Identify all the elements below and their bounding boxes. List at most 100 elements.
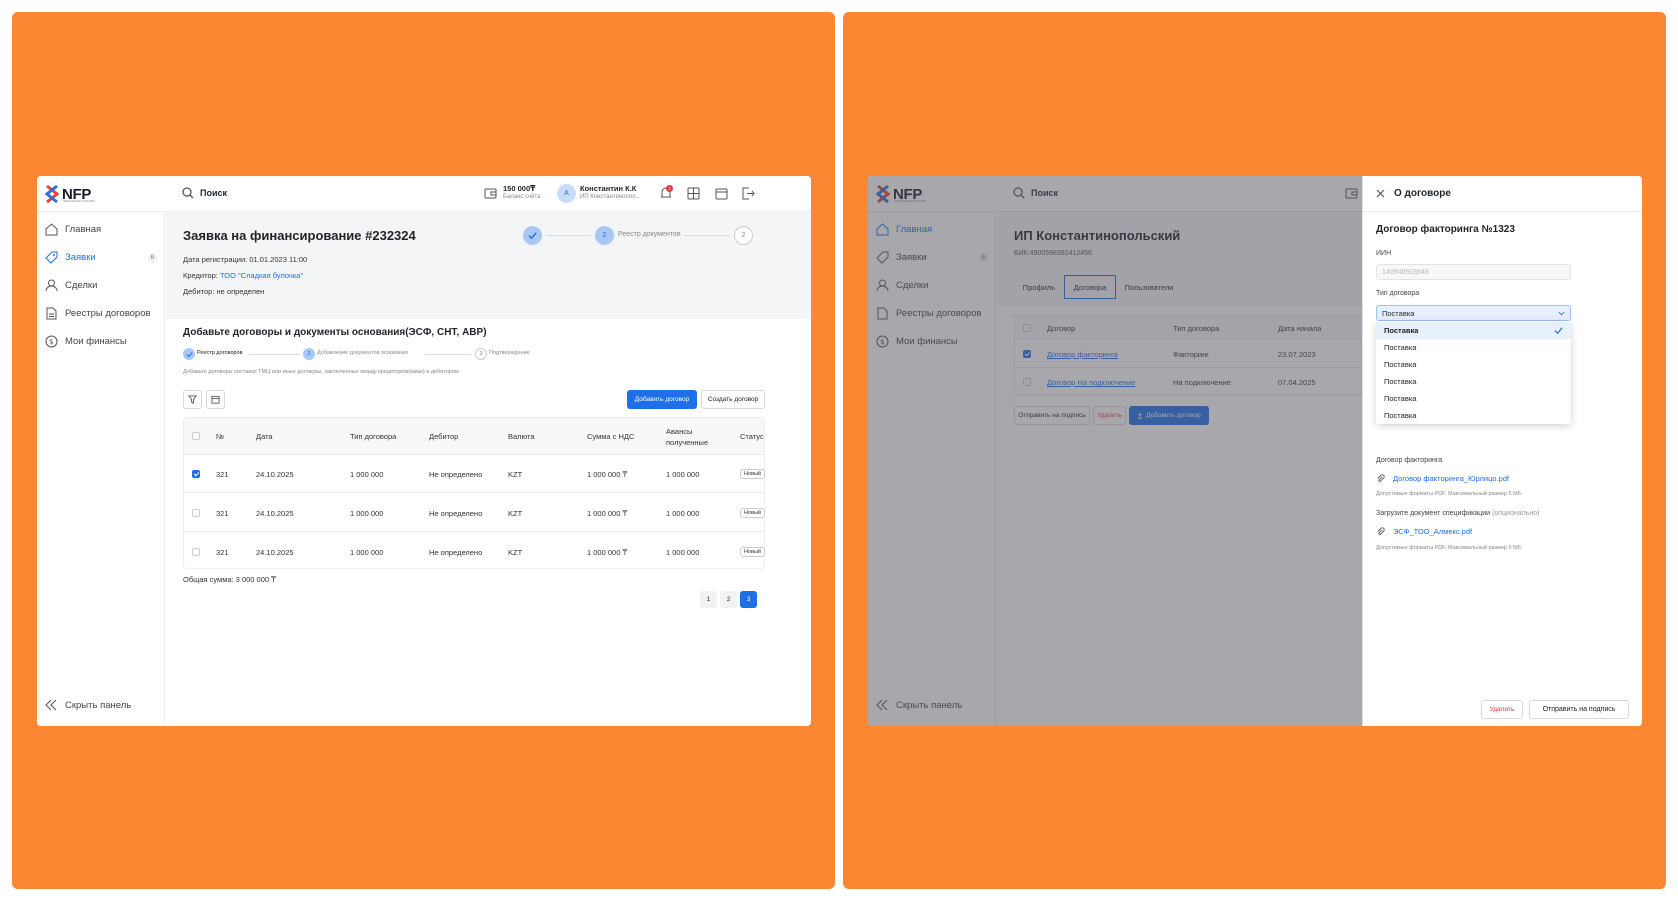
cell-currency: KZT <box>508 548 523 557</box>
close-icon[interactable] <box>1376 189 1385 198</box>
sidebar-item-home[interactable]: Главная <box>45 223 157 236</box>
check-icon <box>185 351 193 357</box>
user-name[interactable]: Константин К.К <box>580 184 636 193</box>
hide-panel-label: Скрыть панель <box>65 699 132 711</box>
step-connector <box>546 235 591 236</box>
check-icon <box>528 232 537 240</box>
table-row[interactable]: 321 24.10.2025 1 000 000 Не определено K… <box>184 494 765 532</box>
table-row[interactable]: 321 24.10.2025 1 000 000 Не определено K… <box>184 533 765 569</box>
cell-debtor: Не определено <box>429 470 483 479</box>
drawer-send-button[interactable]: Отправить на подпись <box>1529 700 1629 719</box>
search-box[interactable]: Поиск <box>182 187 227 199</box>
create-contract-button[interactable]: Создать договор <box>701 390 765 409</box>
left-screenshot-panel: NFP NEW FINANCE PLATFORM Поиск 150 000₸ … <box>12 12 835 889</box>
row-checkbox[interactable] <box>192 548 200 556</box>
sidebar-item-count: 6 <box>147 253 157 262</box>
dropdown-option[interactable]: Поставка <box>1376 390 1571 407</box>
iin-field[interactable]: 140948503948 <box>1376 264 1571 280</box>
contract-title: Договор факторинга №1323 <box>1376 224 1515 235</box>
calendar-icon <box>211 395 220 404</box>
dropdown-option[interactable]: Поставка <box>1376 407 1571 424</box>
cell-sum-vat: 1 000 000 ₸ <box>587 470 628 479</box>
top-bar: NFP NEW FINANCE PLATFORM Поиск 150 000₸ … <box>37 176 811 212</box>
drawer-delete-button[interactable]: Удалить <box>1481 700 1523 719</box>
sidebar-item-label: Реестры договоров <box>65 308 151 319</box>
page-button-active[interactable]: 3 <box>740 591 757 608</box>
substep-1-label: Реестр договоров <box>197 350 243 356</box>
dropdown-option-selected[interactable]: Поставка <box>1376 322 1571 339</box>
cell-date: 24.10.2025 <box>256 548 294 557</box>
step-3: 2 <box>734 226 753 245</box>
contract-type-select[interactable]: Поставка <box>1376 305 1571 321</box>
sidebar-item-deals[interactable]: Сделки <box>45 279 157 292</box>
avatar[interactable]: А <box>557 184 576 203</box>
notification-badge: 1 <box>666 185 673 192</box>
modal-backdrop[interactable] <box>868 176 1362 726</box>
col-number: № <box>216 432 225 441</box>
sidebar-item-registries[interactable]: Реестры договоров <box>45 307 157 320</box>
dropdown-option[interactable]: Поставка <box>1376 356 1571 373</box>
sidebar-item-requests[interactable]: Заявки 6 <box>45 251 157 264</box>
cell-currency: KZT <box>508 470 523 479</box>
cell-date: 24.10.2025 <box>256 509 294 518</box>
contract-type-label: Тип договора <box>1376 290 1420 297</box>
col-debtor: Дебитор <box>429 432 459 441</box>
dropdown-option[interactable]: Поставка <box>1376 339 1571 356</box>
user-icon <box>45 279 58 292</box>
step-connector <box>684 235 730 236</box>
table-row[interactable]: 321 24.10.2025 1 000 000 Не определено K… <box>184 455 765 493</box>
cell-currency: KZT <box>508 509 523 518</box>
dollar-icon: $ <box>45 335 58 348</box>
cell-contract-type: 1 000 000 <box>350 509 384 518</box>
iin-label: ИИН <box>1376 250 1392 257</box>
creditor-label: Кредитор: <box>183 271 220 280</box>
page-button[interactable]: 2 <box>720 591 737 608</box>
cell-debtor: Не определено <box>429 548 483 557</box>
status-badge: Новый <box>740 469 765 479</box>
filter-button[interactable] <box>183 390 202 409</box>
spec-file-link[interactable]: ЭСФ_ТОО_Алмекс.pdf <box>1376 527 1472 536</box>
select-all-checkbox[interactable] <box>192 432 200 440</box>
creditor-link[interactable]: ТОО "Сладкая булочка" <box>220 271 303 280</box>
check-icon <box>1554 327 1563 335</box>
sidebar-item-label: Мои финансы <box>65 336 127 347</box>
chevron-down-icon <box>1558 311 1565 315</box>
contract-drawer: О договоре Договор факторинга №1323 ИИН … <box>1362 176 1642 726</box>
hide-panel-button[interactable]: Скрыть панель <box>45 699 131 711</box>
dropdown-option[interactable]: Поставка <box>1376 373 1571 390</box>
add-contract-button[interactable]: Добавить договор <box>627 390 697 409</box>
cell-advances: 1 000 000 <box>666 548 700 557</box>
factoring-file-link[interactable]: Договор факторинга_Юрлицо.pdf <box>1376 474 1509 483</box>
wallet-icon[interactable] <box>484 187 497 200</box>
user-org: ИП Константинопол... <box>580 194 641 200</box>
status-badge: Новый <box>740 547 765 557</box>
sidebar-item-finances[interactable]: $ Мои финансы <box>45 335 157 348</box>
spec-optional: (опционально) <box>1492 510 1540 517</box>
paperclip-icon <box>1377 527 1385 535</box>
row-checkbox[interactable] <box>192 509 200 517</box>
total-sum: Общая сумма: 3 000 000 ₸ <box>183 575 276 584</box>
substep-2-active: 2 <box>303 348 315 360</box>
logout-icon[interactable] <box>742 187 755 200</box>
col-currency: Валюта <box>508 432 535 441</box>
substep-1-complete <box>183 348 195 360</box>
spec-label-text: Загрузите документ спецификации <box>1376 510 1491 517</box>
col-advances: Авансы полученные <box>666 427 709 447</box>
home-icon <box>45 223 58 236</box>
substep-connector <box>425 354 471 355</box>
cell-sum-vat: 1 000 000 ₸ <box>587 548 628 557</box>
sidebar-item-label: Сделки <box>65 280 98 291</box>
date-filter-button[interactable] <box>206 390 225 409</box>
page-button[interactable]: 1 <box>700 591 717 608</box>
contracts-table: № Дата Тип договора Дебитор Валюта Сумма… <box>183 417 765 569</box>
tag-icon <box>45 251 58 264</box>
sidebar: Главная Заявки 6 Сделки Реестры договоров… <box>37 212 165 726</box>
calendar-icon[interactable] <box>715 187 728 200</box>
contract-type-value: Поставка <box>1382 308 1415 318</box>
logo[interactable]: NFP NEW FINANCE PLATFORM <box>45 184 95 204</box>
row-checkbox[interactable] <box>192 470 200 478</box>
calculator-icon[interactable] <box>687 187 700 200</box>
substep-connector <box>249 354 299 355</box>
sidebar-item-label: Заявки <box>65 252 96 263</box>
cell-debtor: Не определено <box>429 509 483 518</box>
